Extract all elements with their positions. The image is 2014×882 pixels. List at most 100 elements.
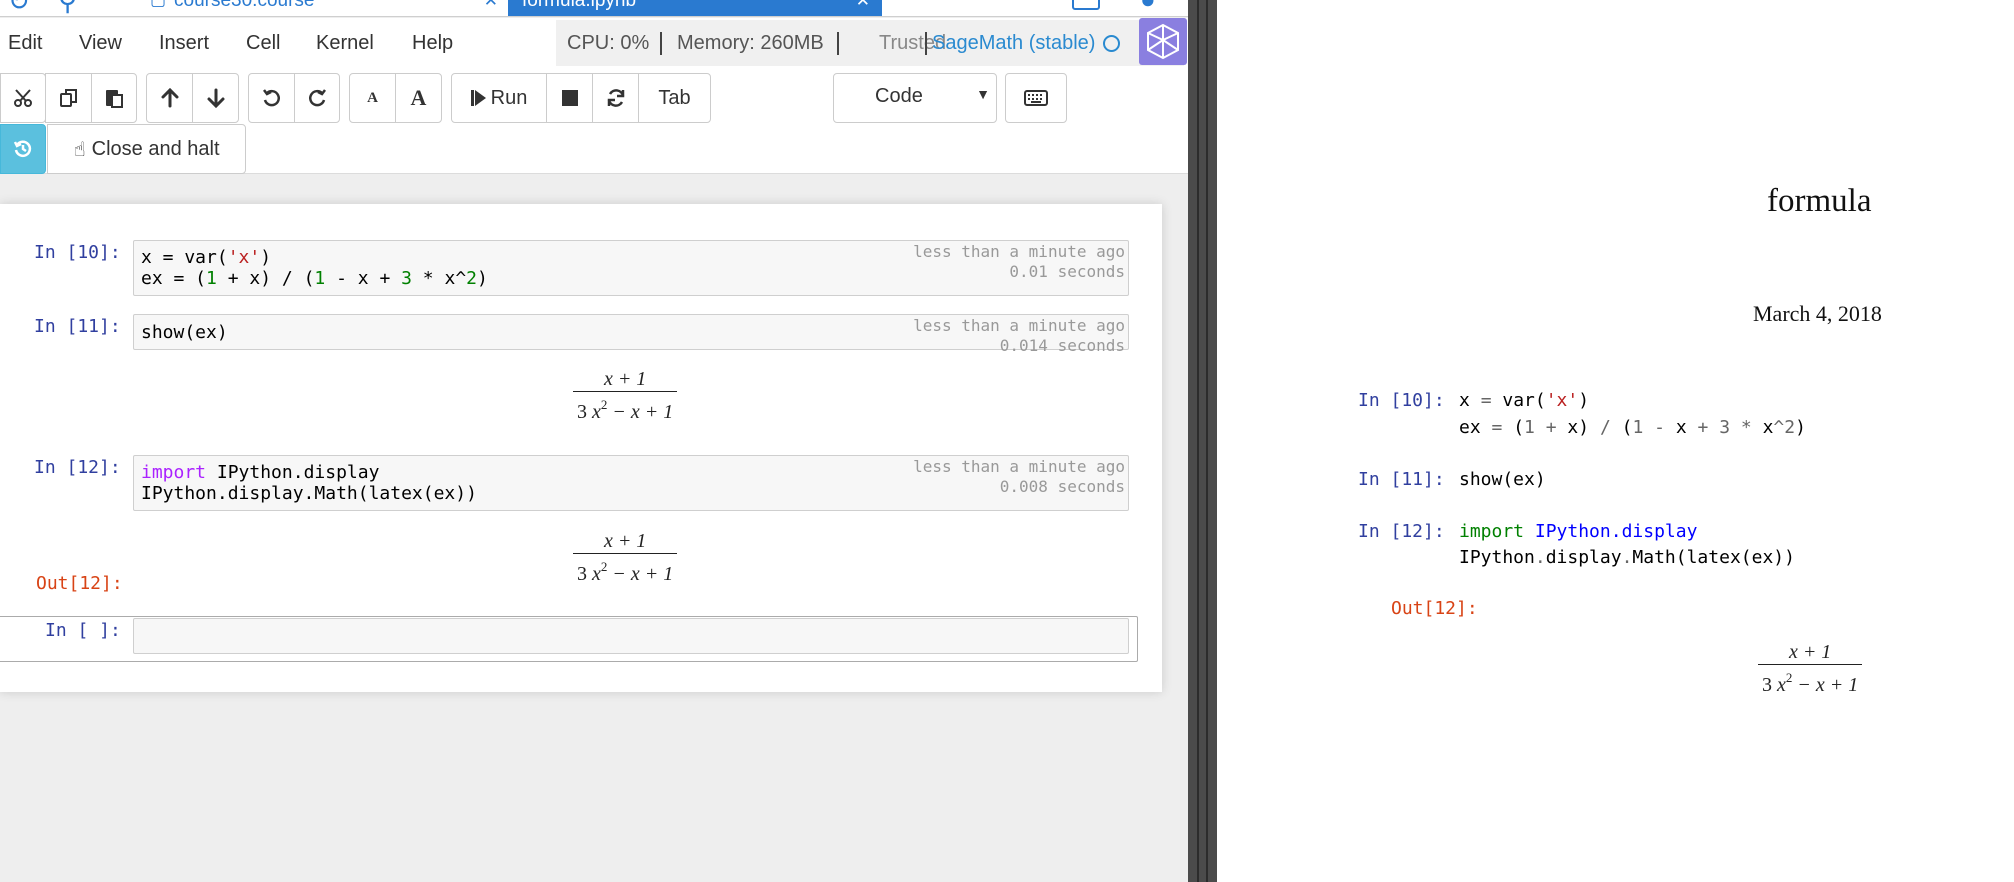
execution-duration: 0.008 seconds <box>999 477 1125 496</box>
redo-button[interactable] <box>294 73 340 123</box>
chevron-down-icon: ▼ <box>976 86 990 102</box>
cpu-usage: CPU: 0% <box>567 32 650 54</box>
tab-course[interactable]: course30.course ✕ <box>140 0 510 16</box>
menu-edit[interactable]: Edit <box>8 32 42 55</box>
paste-icon <box>106 90 123 108</box>
close-and-halt-label: Close and halt <box>91 137 220 160</box>
copy-icon <box>59 89 77 107</box>
interrupt-button[interactable] <box>546 73 593 123</box>
fraction-numerator: x + 1 <box>603 368 647 390</box>
cell-type-value: Code <box>875 85 923 107</box>
undo-icon <box>262 89 280 107</box>
code-cell-10[interactable]: x = var('x') ex = (1 + x) / (1 - x + 3 *… <box>133 240 1129 296</box>
restart-icon <box>607 89 624 107</box>
input-prompt: In [12]: <box>1358 521 1445 542</box>
execution-duration: 0.014 seconds <box>999 336 1125 355</box>
execution-time-ago: less than a minute ago <box>913 242 1125 261</box>
fraction-denominator: 3 x2 − x + 1 <box>1758 664 1863 698</box>
splitter-grip <box>1206 0 1208 882</box>
pane-splitter[interactable] <box>1188 0 1217 882</box>
keyboard-icon <box>1024 90 1048 106</box>
menu-insert[interactable]: Insert <box>159 32 209 55</box>
paste-button[interactable] <box>91 73 137 123</box>
menu-view[interactable]: View <box>79 32 122 55</box>
sage-logo-icon <box>1139 18 1187 65</box>
fraction-denominator: 3 x2 − x + 1 <box>573 391 678 425</box>
code-line: import IPython.display <box>1459 521 1698 542</box>
code-line: x = var('x') <box>1459 390 1590 411</box>
run-label: Run <box>490 86 528 109</box>
output-prompt: Out[12]: <box>1391 598 1478 619</box>
cut-button[interactable] <box>0 73 46 123</box>
pdf-preview-pane: formula March 4, 2018 In [10]: x = var('… <box>1217 0 2014 882</box>
code-line: ex = (1 + x) / (1 - x + 3 * x^2) <box>141 268 488 289</box>
input-prompt: In [10]: <box>34 242 121 263</box>
move-down-button[interactable] <box>192 73 239 123</box>
frame-icon[interactable] <box>1072 0 1100 10</box>
font-larger-button[interactable]: A <box>395 73 442 123</box>
step-forward-icon <box>470 90 486 106</box>
fraction-numerator: x + 1 <box>1788 641 1832 663</box>
document-title: formula <box>1767 183 1872 219</box>
kernel-status-bar: CPU: 0% Memory: 260MB Trusted SageMath (… <box>556 20 1184 66</box>
move-up-button[interactable] <box>146 73 193 123</box>
cut-icon <box>14 89 32 107</box>
menu-help[interactable]: Help <box>412 32 453 55</box>
chat-icon[interactable]: ● <box>1140 0 1156 15</box>
menu-cell[interactable]: Cell <box>246 32 280 55</box>
notebook-pane: ↻ ⚲ course30.course ✕ ▢ formula.ipynb ✕ … <box>0 0 1188 882</box>
font-smaller-button[interactable]: A <box>349 73 396 123</box>
fraction-denominator: 3 x2 − x + 1 <box>573 553 678 587</box>
folder-icon: ▢ <box>150 0 166 10</box>
input-prompt: In [12]: <box>34 457 121 478</box>
divider <box>925 32 927 55</box>
code-cell-empty[interactable] <box>133 618 1129 654</box>
input-prompt: In [11]: <box>34 316 121 337</box>
fraction-numerator: x + 1 <box>603 530 647 552</box>
kernel-idle-icon <box>1103 35 1120 52</box>
close-and-halt-button[interactable]: ☝ Close and halt <box>47 124 246 174</box>
menu-kernel[interactable]: Kernel <box>316 32 374 55</box>
divider <box>660 32 662 55</box>
undo-button[interactable] <box>248 73 295 123</box>
stop-icon <box>561 90 578 106</box>
arrow-up-icon <box>161 87 178 108</box>
splitter-grip <box>1197 0 1199 882</box>
code-line: show(ex) <box>1459 469 1546 490</box>
search-icon[interactable]: ⚲ <box>58 0 77 16</box>
close-icon[interactable]: ✕ <box>484 0 498 12</box>
input-prompt: In [10]: <box>1358 390 1445 411</box>
input-prompt: In [11]: <box>1358 469 1445 490</box>
notebook-toolbar: A A Run Tab Code ▼ ☝ Close and halt <box>0 70 1188 174</box>
execution-time-ago: less than a minute ago <box>913 316 1125 335</box>
cell-type-select[interactable]: Code ▼ <box>833 73 997 123</box>
run-button[interactable]: Run <box>451 73 547 123</box>
math-output: x + 1 3 x2 − x + 1 <box>573 367 678 425</box>
code-cell-12[interactable]: import IPython.display IPython.display.M… <box>133 455 1129 511</box>
tab-formula[interactable]: formula.ipynb ✕ <box>508 0 882 16</box>
math-output: x + 1 3 x2 − x + 1 <box>1758 640 1863 698</box>
tab-formula-label: formula.ipynb <box>522 0 637 11</box>
divider <box>837 32 839 55</box>
document-date: March 4, 2018 <box>1753 301 1882 326</box>
redo-icon <box>309 89 326 107</box>
output-prompt: Out[12]: <box>36 573 123 594</box>
code-line: show(ex) <box>141 322 228 343</box>
code-line: ex = (1 + x) / (1 - x + 3 * x^2) <box>1459 417 1806 438</box>
copy-button[interactable] <box>45 73 92 123</box>
hand-icon: ☝ <box>73 138 86 161</box>
restart-button[interactable] <box>0 124 46 174</box>
refresh-icon[interactable]: ↻ <box>8 0 30 16</box>
keyboard-shortcuts-button[interactable] <box>1005 73 1067 123</box>
input-prompt: In [ ]: <box>45 620 121 641</box>
kernel-name[interactable]: SageMath (stable) <box>932 32 1095 55</box>
memory-usage: Memory: 260MB <box>677 32 824 54</box>
code-line: IPython.display.Math(latex(ex)) <box>141 483 477 504</box>
close-icon[interactable]: ✕ <box>856 0 870 12</box>
code-cell-11[interactable]: show(ex) less than a minute ago 0.014 se… <box>133 314 1129 355</box>
code-line: x = var('x') <box>141 247 272 268</box>
execution-duration: 0.01 seconds <box>1009 262 1125 281</box>
restart-kernel-button[interactable] <box>592 73 639 123</box>
notebook-page: In [10]: x = var('x') ex = (1 + x) / (1 … <box>0 204 1162 692</box>
tab-button[interactable]: Tab <box>638 73 711 123</box>
